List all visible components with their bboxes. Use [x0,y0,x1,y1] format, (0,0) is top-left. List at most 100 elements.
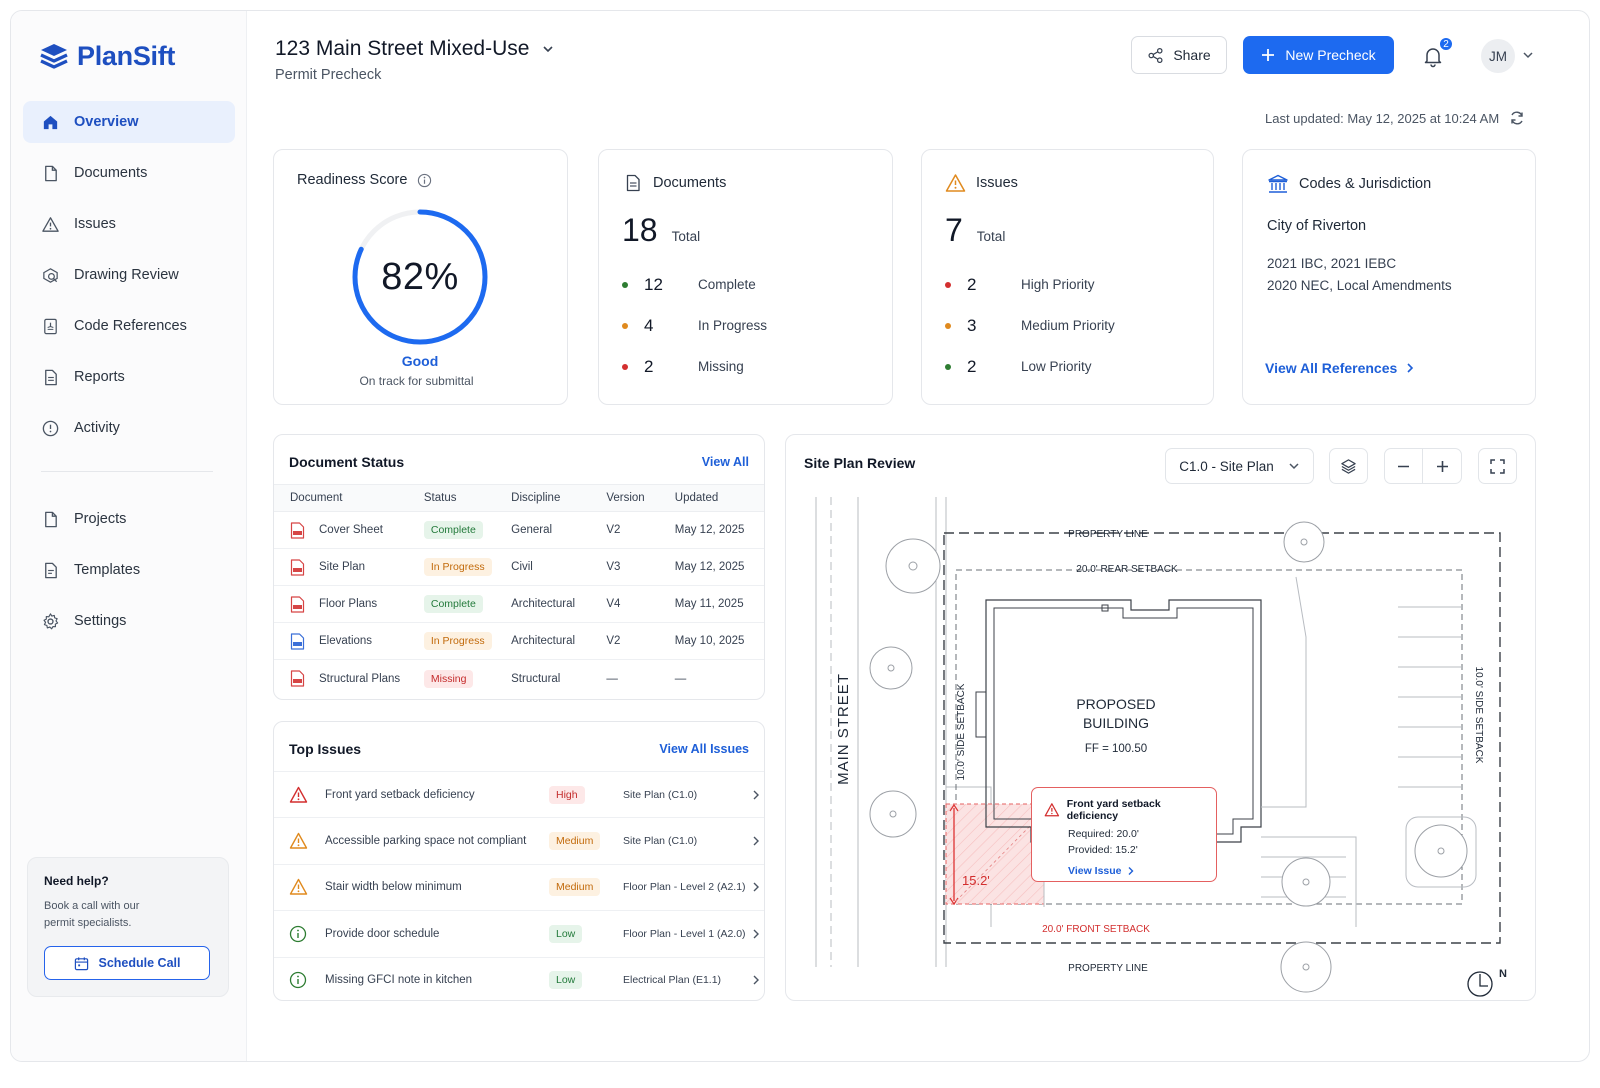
sidebar-item-label: Settings [74,613,127,629]
fullscreen-button[interactable] [1478,448,1517,484]
info-icon[interactable] [417,173,432,188]
sheet-selector[interactable]: C1.0 - Site Plan [1165,448,1314,484]
refresh-icon[interactable] [1509,110,1525,126]
updated-date: May 12, 2025 [674,524,745,536]
sidebar-item-templates[interactable]: Templates [23,549,235,591]
list-item[interactable]: Missing GFCI note in kitchen Low Electri… [274,956,764,1000]
document-status-view-all[interactable]: View All [702,455,749,469]
table-row[interactable]: Structural Plans Missing Structural — — [274,660,764,697]
issue-location: Floor Plan - Level 2 (A2.1) [623,881,746,894]
column-header[interactable]: Status [424,492,511,504]
table-row[interactable]: Cover Sheet Complete General V2 May 12, … [274,512,764,549]
sidebar-item-drawing-review[interactable]: Drawing Review [23,254,235,296]
avatar[interactable]: JM [1481,39,1515,73]
stat-number: 2 [644,356,654,376]
list-item[interactable]: Accessible parking space not compliant M… [274,817,764,863]
sidebar-item-label: Documents [74,165,148,181]
zoom-in-button[interactable] [1423,449,1461,483]
updated-date: May 12, 2025 [674,561,745,573]
warning-icon [42,216,59,232]
chevron-right-icon [753,790,759,800]
stat-label: Low Priority [1021,359,1092,374]
callout-title: Front yard setback deficiency [1066,798,1161,822]
column-header[interactable]: Discipline [511,492,606,504]
sidebar-item-label: Issues [74,216,116,232]
warning-icon [1044,803,1060,817]
issue-text: Front yard setback deficiency [325,788,475,801]
table-row[interactable]: Elevations In Progress Architectural V2 … [274,623,764,660]
issues-card-title: Issues [976,175,1018,191]
status-dot [945,363,951,370]
info-icon [289,972,307,989]
discipline: Architectural [511,635,576,647]
activity-icon [42,420,59,436]
share-button[interactable]: Share [1131,36,1227,74]
project-selector[interactable]: 123 Main Street Mixed-Use [275,37,555,61]
sidebar-item-reports[interactable]: Reports [23,356,235,398]
new-precheck-button[interactable]: New Precheck [1243,36,1394,74]
view-all-references-label: View All References [1265,360,1398,376]
codes-line-1: 2021 IBC, 2021 IEBC [1267,256,1397,271]
site-plan-drawing[interactable]: PROPERTY LINE 20.0' REAR SETBACK 10.0' S… [786,497,1536,997]
list-item[interactable]: Front yard setback deficiency High Site … [274,771,764,817]
stat-label: Medium Priority [1021,318,1115,333]
status-dot [622,322,628,329]
app-window: PlanSift Overview Documents Issues Drawi… [10,10,1590,1062]
minus-icon [1398,465,1409,467]
issues-card[interactable]: Issues 7 Total 2 High Priority 3 Medium Pr… [921,149,1214,405]
stat-label: Missing [698,359,744,374]
file-icon [45,165,57,181]
help-panel: Need help? Book a call with our permit s… [27,857,229,997]
sidebar-item-settings[interactable]: Settings [23,600,235,642]
issues-total-number: 7 [945,212,963,248]
notification-badge: 2 [1438,36,1454,52]
sidebar-item-documents[interactable]: Documents [23,152,235,194]
warning-icon [945,174,966,192]
readiness-status: Good [401,353,439,369]
view-all-references-link[interactable]: View All References [1265,360,1415,376]
sidebar-item-activity[interactable]: Activity [23,407,235,449]
share-label: Share [1173,47,1211,63]
table-row[interactable]: Floor Plans Complete Architectural V4 Ma… [274,586,764,623]
zoom-out-button[interactable] [1385,449,1424,483]
column-header[interactable]: Document [290,492,424,504]
layers-button[interactable] [1329,448,1368,484]
documents-card[interactable]: Documents 18 Total 12 Complete 4 In Progre… [598,149,893,405]
sidebar-item-projects[interactable]: Projects [23,498,235,540]
label-rear-setback: 20.0' REAR SETBACK [1076,564,1178,575]
issues-total-label: Total [976,229,1006,244]
view-all-issues-link[interactable]: View All Issues [659,742,749,756]
list-item[interactable]: Provide door schedule Low Floor Plan - L… [274,910,764,956]
issue-location: Electrical Plan (E1.1) [623,974,722,987]
sidebar-nav: Overview Documents Issues Drawing Review… [23,101,235,651]
pdf-icon [290,670,305,687]
label-main-street: MAIN STREET [835,673,852,785]
logo[interactable]: PlanSift [39,41,175,72]
sidebar-item-overview[interactable]: Overview [23,101,235,143]
table-row[interactable]: Site Plan In Progress Civil V3 May 12, 2… [274,549,764,586]
issue-location: Site Plan (C1.0) [623,835,698,848]
file-icon [45,511,57,527]
label-building-2: BUILDING [1083,715,1149,731]
sidebar-item-label: Drawing Review [74,267,179,283]
schedule-call-button[interactable]: Schedule Call [44,946,210,980]
sidebar-item-issues[interactable]: Issues [23,203,235,245]
column-header[interactable]: Updated [675,492,764,504]
document-name: Site Plan [319,561,366,573]
sidebar-item-code-references[interactable]: Code References [23,305,235,347]
codes-card: Codes & Jurisdiction City of Riverton 20… [1242,149,1536,405]
home-icon [43,115,58,129]
document-status-table: Document Status Discipline Version Updat… [274,484,764,697]
column-header[interactable]: Version [606,492,674,504]
stat-number: 12 [644,274,663,294]
issue-callout: Front yard setback deficiency Required: … [1031,787,1217,882]
list-item[interactable]: Stair width below minimum Medium Floor P… [274,863,764,910]
layers-icon [1341,458,1356,474]
readiness-note: On track for submittal [359,374,474,388]
site-plan-title: Site Plan Review [804,455,916,471]
label-side-setback-left: 10.0' SIDE SETBACK [956,683,967,780]
chevron-down-icon[interactable] [1522,49,1534,61]
view-issue-link[interactable]: View Issue [1068,865,1204,877]
documents-stat-complete: 12 Complete [622,264,872,305]
priority-badge: Low [549,924,583,943]
